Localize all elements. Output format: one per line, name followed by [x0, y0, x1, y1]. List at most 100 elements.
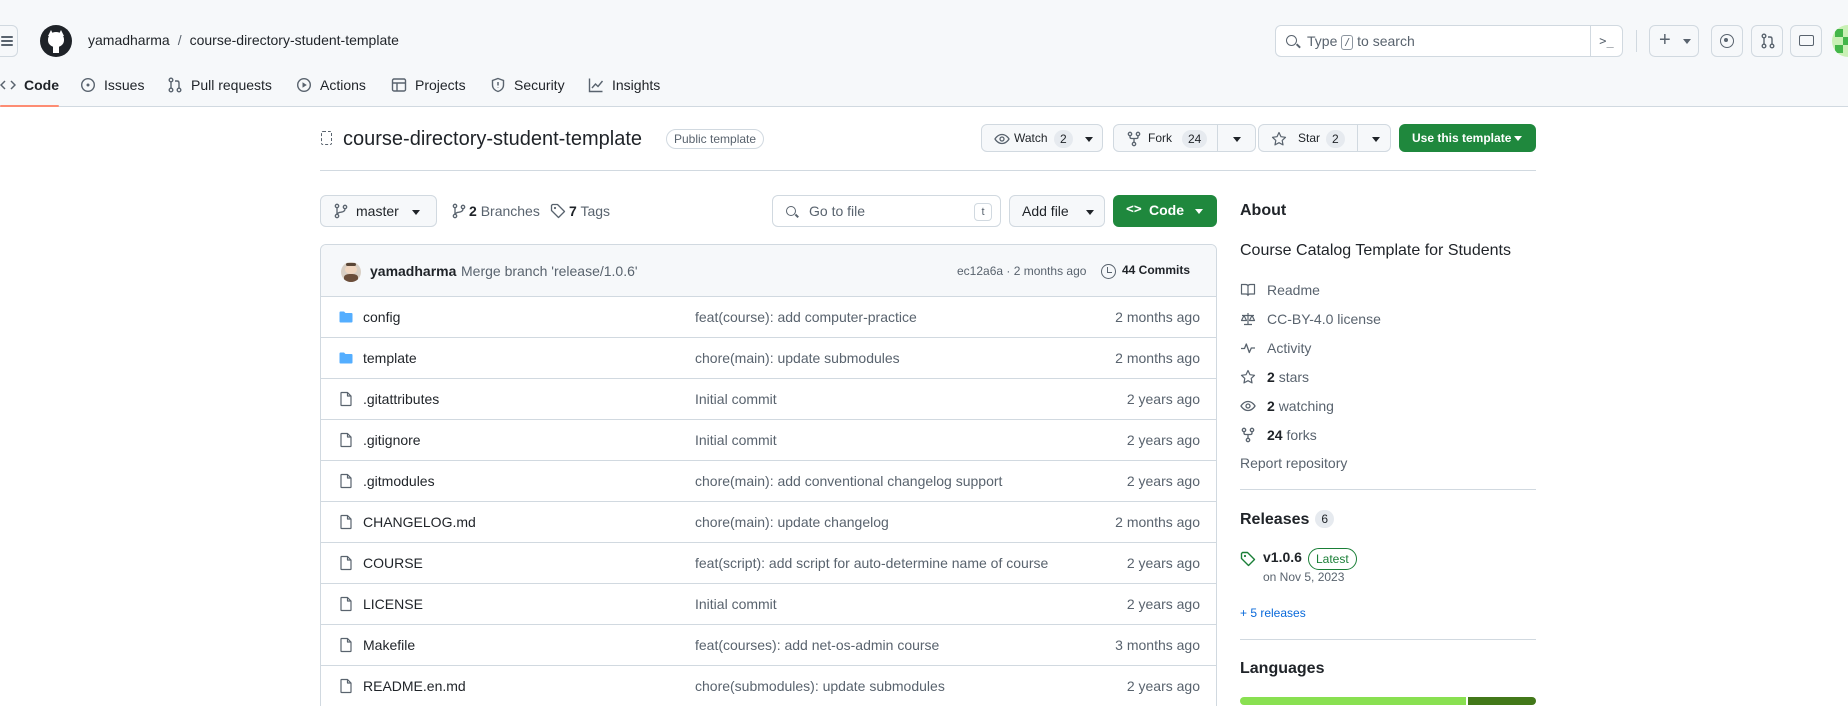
code-label: Code — [1149, 202, 1184, 218]
file-commit-message-link[interactable]: chore(main): add conventional changelog … — [695, 473, 1002, 489]
tab-actions[interactable]: Actions — [296, 70, 366, 107]
chevron-down-icon — [1195, 209, 1203, 214]
star-button[interactable]: Star 2 — [1258, 124, 1391, 152]
sidebar-item-label: watching — [1278, 398, 1334, 414]
tab-issues[interactable]: Issues — [80, 70, 144, 107]
table-row[interactable]: template chore(main): update submodules 2 … — [321, 338, 1216, 379]
inbox-button[interactable] — [1790, 25, 1822, 57]
star-icon — [1271, 131, 1287, 146]
add-file-button[interactable]: Add file — [1009, 195, 1105, 227]
chevron-down-icon[interactable] — [1233, 137, 1241, 142]
file-name-link[interactable]: config — [363, 309, 400, 325]
languages-heading: Languages — [1240, 660, 1325, 677]
folder-icon — [338, 350, 354, 366]
table-row[interactable]: CHANGELOG.md chore(main): update changelo… — [321, 502, 1216, 543]
command-palette-icon[interactable]: >_ — [1590, 26, 1622, 56]
issues-button[interactable] — [1711, 25, 1743, 57]
tab-projects[interactable]: Projects — [391, 70, 466, 107]
plus-icon: + — [1659, 29, 1671, 51]
header-top-bar: yamadharma / course-directory-student-temp… — [0, 5, 1848, 70]
code-button[interactable]: <> Code — [1113, 195, 1217, 227]
tab-label: Pull requests — [191, 77, 272, 93]
file-name-link[interactable]: template — [363, 350, 417, 366]
shield-icon — [490, 73, 506, 93]
watch-button[interactable]: Watch 2 — [981, 124, 1103, 152]
file-name-link[interactable]: CHANGELOG.md — [363, 514, 476, 530]
chevron-down-icon[interactable] — [1372, 137, 1380, 142]
chevron-down-icon — [1086, 210, 1094, 215]
file-name-link[interactable]: .gitmodules — [363, 473, 435, 489]
table-row[interactable]: .gitattributes Initial commit 2 years ago — [321, 379, 1216, 420]
table-row[interactable]: LICENSE Initial commit 2 years ago — [321, 584, 1216, 625]
branch-select-button[interactable]: master — [320, 195, 437, 227]
breadcrumb-owner[interactable]: yamadharma — [88, 32, 170, 48]
file-name-link[interactable]: .gitattributes — [363, 391, 439, 407]
github-logo-icon[interactable] — [40, 25, 72, 57]
table-row[interactable]: README.en.md chore(submodules): update su… — [321, 666, 1216, 706]
file-commit-message-link[interactable]: feat(course): add computer-practice — [695, 309, 917, 325]
go-to-file-input[interactable]: Go to file t — [772, 195, 1001, 227]
file-name-link[interactable]: .gitignore — [363, 432, 421, 448]
sidebar-divider — [1240, 489, 1536, 490]
table-row[interactable]: .gitignore Initial commit 2 years ago — [321, 420, 1216, 461]
file-icon — [338, 678, 354, 694]
repo-name[interactable]: course-directory-student-template — [343, 126, 642, 152]
user-avatar[interactable] — [1832, 25, 1848, 57]
latest-badge: Latest — [1308, 548, 1357, 570]
file-commit-message-link[interactable]: Initial commit — [695, 596, 777, 612]
table-row[interactable]: COURSE feat(script): add script for auto-… — [321, 543, 1216, 584]
about-description: Course Catalog Template for Students — [1240, 242, 1511, 259]
tab-code[interactable]: Code — [0, 70, 59, 107]
branch-name: master — [356, 203, 399, 219]
tab-pull-requests[interactable]: Pull requests — [167, 70, 272, 107]
file-name-link[interactable]: LICENSE — [363, 596, 423, 612]
file-commit-message-link[interactable]: feat(script): add script for auto-determ… — [695, 555, 1048, 571]
play-icon — [296, 73, 312, 93]
breadcrumb: yamadharma / course-directory-student-temp… — [88, 27, 399, 53]
file-commit-message-link[interactable]: chore(main): update changelog — [695, 514, 889, 530]
file-commit-message-link[interactable]: Initial commit — [695, 391, 777, 407]
use-this-template-button[interactable]: Use this template — [1399, 124, 1536, 152]
file-icon — [338, 473, 354, 489]
file-table: yamadharma Merge branch 'release/1.0.6' … — [320, 244, 1217, 706]
file-commit-message-link[interactable]: chore(main): update submodules — [695, 350, 900, 366]
pull-requests-button[interactable] — [1751, 25, 1783, 57]
file-name-link[interactable]: README.en.md — [363, 678, 466, 694]
tag-icon — [1240, 551, 1256, 567]
global-header: yamadharma / course-directory-student-temp… — [0, 0, 1848, 107]
commit-author-avatar[interactable] — [341, 262, 361, 282]
commit-sha-time[interactable]: ec12a6a · 2 months ago — [957, 264, 1086, 278]
header-divider-line — [320, 170, 1536, 171]
release-version-link[interactable]: v1.0.6 — [1263, 549, 1302, 565]
fork-button[interactable]: Fork 24 — [1113, 124, 1256, 152]
file-name-link[interactable]: COURSE — [363, 555, 423, 571]
file-icon — [338, 432, 354, 448]
stars-count: 2 — [1267, 369, 1275, 385]
breadcrumb-repo[interactable]: course-directory-student-template — [190, 32, 399, 48]
file-icon — [338, 637, 354, 653]
table-row[interactable]: config feat(course): add computer-practic… — [321, 297, 1216, 338]
file-name-link[interactable]: Makefile — [363, 637, 415, 653]
menu-icon[interactable] — [0, 25, 18, 57]
tab-security[interactable]: Security — [490, 70, 565, 107]
global-search-input[interactable]: Type / to search >_ — [1275, 25, 1623, 57]
file-commit-message-link[interactable]: chore(submodules): update submodules — [695, 678, 945, 694]
branches-label: Branches — [480, 203, 540, 219]
table-row[interactable]: .gitmodules chore(main): add conventional… — [321, 461, 1216, 502]
create-new-button[interactable]: + — [1649, 25, 1699, 57]
issue-opened-icon — [80, 73, 96, 93]
search-icon — [786, 206, 796, 216]
commits-count-link[interactable]: 44 Commits — [1122, 263, 1190, 277]
file-commit-message-link[interactable]: feat(courses): add net-os-admin course — [695, 637, 939, 653]
file-commit-message-link[interactable]: Initial commit — [695, 432, 777, 448]
tab-insights[interactable]: Insights — [588, 70, 660, 107]
about-heading: About — [1240, 202, 1287, 219]
releases-heading[interactable]: Releases 6 — [1240, 510, 1335, 529]
tab-label: Projects — [415, 77, 466, 93]
graph-icon — [588, 73, 604, 93]
commit-author[interactable]: yamadharma — [370, 263, 456, 279]
report-repository-link[interactable]: Report repository — [1240, 455, 1347, 471]
more-releases-link[interactable]: + 5 releases — [1240, 606, 1306, 620]
table-row[interactable]: Makefile feat(courses): add net-os-admin … — [321, 625, 1216, 666]
commit-message[interactable]: Merge branch 'release/1.0.6' — [461, 263, 638, 279]
